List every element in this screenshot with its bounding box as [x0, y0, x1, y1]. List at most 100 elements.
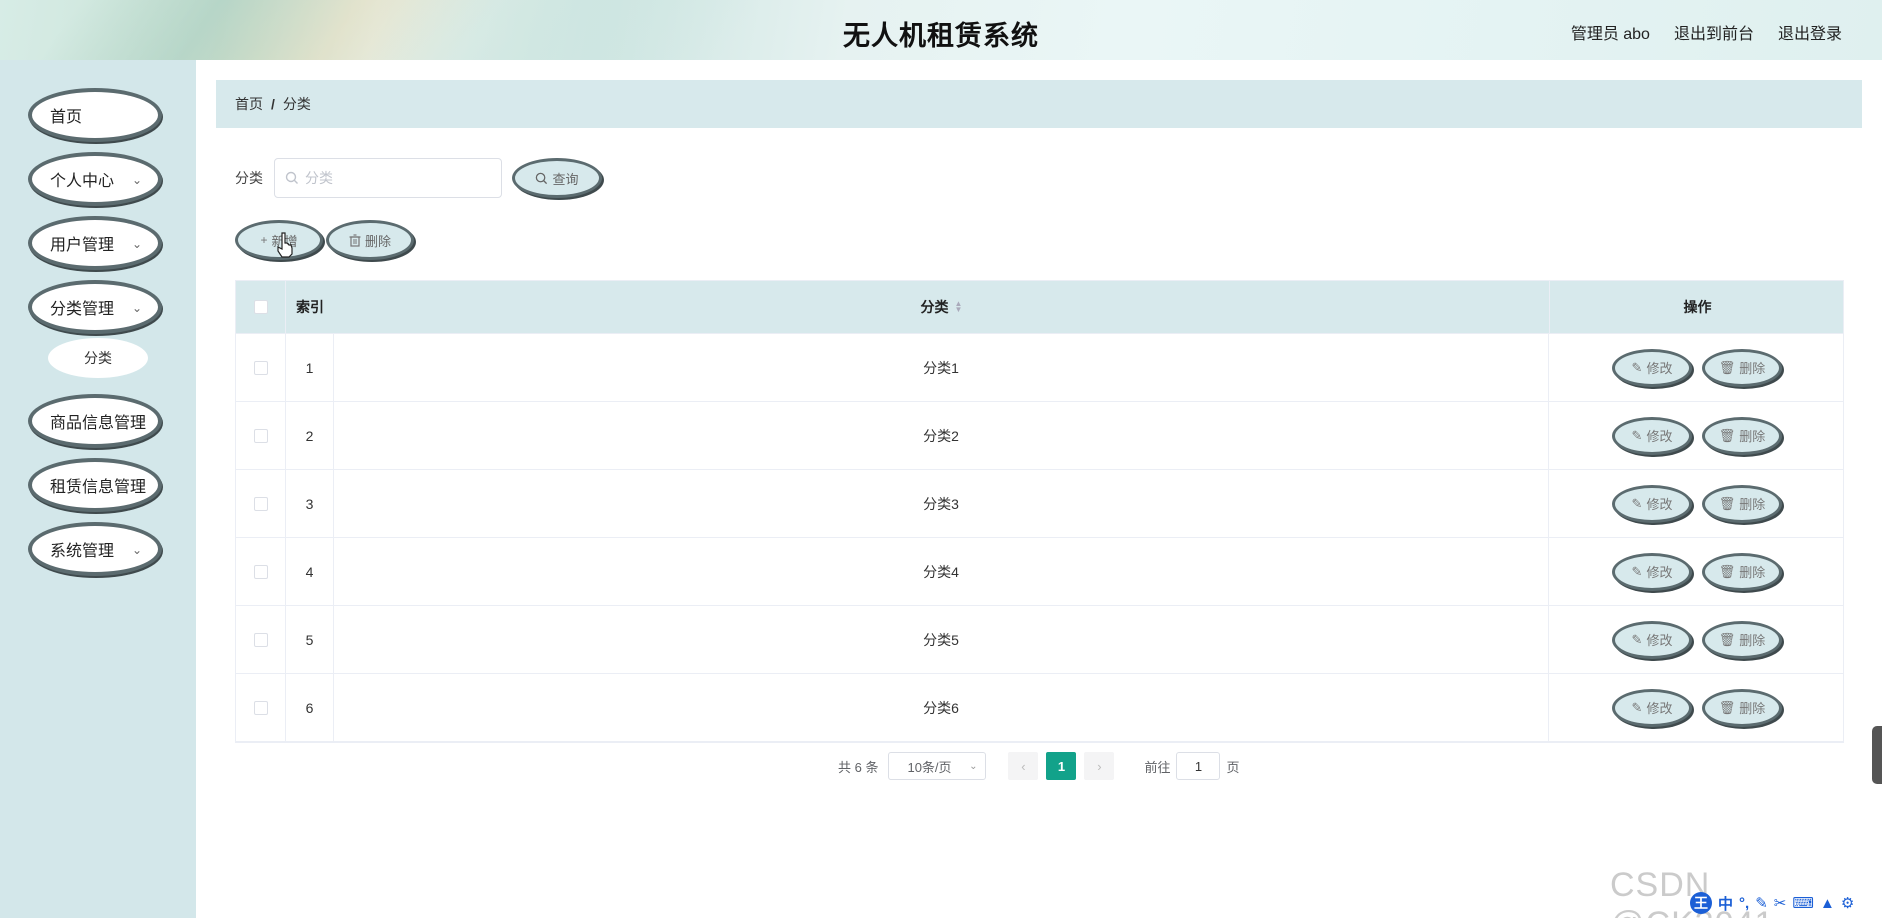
row-checkbox[interactable]	[253, 428, 268, 443]
page-size-value: 10条/页	[907, 759, 952, 775]
ime-punct-icon[interactable]: °,	[1739, 895, 1749, 912]
delete-label: 删除	[1739, 497, 1766, 512]
side-drawer-handle[interactable]	[1872, 726, 1882, 784]
ime-toolbar: 王 中 °, ✎ ✂ ⌨ ▲ ⚙	[1690, 892, 1854, 914]
logout-link[interactable]: 退出登录	[1778, 20, 1842, 44]
pagination-total: 共 6 条	[838, 759, 879, 775]
sidebar-subitem-category[interactable]: 分类	[48, 338, 148, 378]
search-label: 分类	[235, 170, 263, 186]
edit-button[interactable]: ✎ 修改	[1612, 688, 1692, 727]
delete-label: 删除	[1739, 429, 1766, 444]
sidebar-item-label: 首页	[50, 109, 83, 126]
query-button[interactable]: 查询	[512, 158, 602, 198]
ime-scissors-icon[interactable]: ✂	[1774, 894, 1787, 912]
ime-pen-icon[interactable]: ✎	[1755, 894, 1768, 912]
sidebar-item-home[interactable]: 首页	[28, 88, 162, 142]
row-checkbox[interactable]	[253, 632, 268, 647]
bulk-delete-button[interactable]: 删除	[326, 220, 414, 260]
edit-button[interactable]: ✎ 修改	[1612, 620, 1692, 659]
row-index: 4	[286, 538, 334, 605]
page-suffix: 页	[1226, 759, 1240, 775]
ime-gear-icon[interactable]: ⚙	[1841, 894, 1854, 912]
trash-icon: 🗑	[1718, 699, 1736, 715]
sidebar-item-label: 用户管理	[50, 237, 115, 254]
edit-icon: ✎	[1631, 699, 1643, 715]
hand-cursor-icon	[277, 232, 293, 258]
edit-button[interactable]: ✎ 修改	[1612, 416, 1692, 455]
row-actions: ✎ 修改 🗑 删除	[1549, 334, 1845, 401]
edit-button[interactable]: ✎ 修改	[1612, 484, 1692, 523]
row-checkbox[interactable]	[253, 496, 268, 511]
sidebar-item-category-management[interactable]: 分类管理 ⌄	[28, 280, 162, 334]
select-all-cell	[236, 281, 286, 333]
page-size-select[interactable]: 10条/页 ⌄	[888, 752, 987, 780]
goto-page-input[interactable]: 1	[1176, 752, 1221, 780]
trash-icon: 🗑	[1718, 631, 1736, 647]
row-check-cell	[236, 674, 286, 741]
goto-label: 前往	[1144, 759, 1171, 775]
delete-button[interactable]: 🗑 删除	[1702, 552, 1782, 591]
search-icon	[285, 171, 298, 184]
sidebar: 首页 个人中心 ⌄ 用户管理 ⌄ 分类管理 ⌄ 分类 商品信息管理 租赁信息管理…	[0, 60, 196, 918]
chevron-down-icon: ⌄	[131, 237, 142, 251]
search-placeholder: 分类	[305, 170, 333, 186]
trash-icon: 🗑	[1718, 427, 1736, 443]
edit-label: 修改	[1646, 429, 1673, 444]
sidebar-item-label: 个人中心	[50, 173, 115, 190]
trash-icon: 🗑	[1718, 359, 1736, 375]
sidebar-item-label: 商品信息管理	[50, 415, 147, 432]
column-header-actions: 操作	[1549, 281, 1845, 333]
delete-button[interactable]: 🗑 删除	[1702, 484, 1782, 523]
bulk-delete-button-label: 删除	[364, 233, 391, 249]
sidebar-item-user-management[interactable]: 用户管理 ⌄	[28, 216, 162, 270]
edit-button[interactable]: ✎ 修改	[1612, 552, 1692, 591]
row-checkbox[interactable]	[253, 360, 268, 375]
ime-mode[interactable]: 中	[1718, 893, 1733, 914]
sidebar-item-product-management[interactable]: 商品信息管理	[28, 394, 162, 448]
row-category: 分类5	[334, 606, 1549, 673]
row-actions: ✎ 修改 🗑 删除	[1549, 470, 1845, 537]
edit-icon: ✎	[1631, 563, 1643, 579]
sort-icon[interactable]: ▲ ▼	[955, 300, 963, 314]
search-input[interactable]: 分类	[274, 158, 502, 198]
sidebar-item-personal-center[interactable]: 个人中心 ⌄	[28, 152, 162, 206]
column-header-category[interactable]: 分类 ▲ ▼	[334, 281, 1549, 333]
prev-page-button[interactable]: ‹	[1008, 752, 1039, 780]
row-actions: ✎ 修改 🗑 删除	[1549, 606, 1845, 673]
category-table: 索引 分类 ▲ ▼ 操作 1 分类1 ✎ 修改 🗑 删除 2 分类2 ✎ 修改 🗑 删除 …	[235, 280, 1844, 743]
delete-button[interactable]: 🗑 删除	[1702, 688, 1782, 727]
delete-button[interactable]: 🗑 删除	[1702, 416, 1782, 455]
sidebar-item-system-management[interactable]: 系统管理 ⌄	[28, 522, 162, 576]
chevron-down-icon: ⌄	[131, 301, 142, 315]
exit-to-front-link[interactable]: 退出到前台	[1674, 20, 1754, 44]
row-category: 分类4	[334, 538, 1549, 605]
table-row: 3 分类3 ✎ 修改 🗑 删除	[236, 470, 1843, 538]
delete-button[interactable]: 🗑 删除	[1702, 620, 1782, 659]
top-header: 无人机租赁系统 管理员 abo 退出到前台 退出登录	[0, 0, 1882, 60]
row-check-cell	[236, 334, 286, 401]
sidebar-item-rental-management[interactable]: 租赁信息管理	[28, 458, 162, 512]
edit-icon: ✎	[1631, 359, 1643, 375]
next-page-button[interactable]: ›	[1084, 752, 1115, 780]
page-number-current[interactable]: 1	[1046, 752, 1077, 780]
row-index: 1	[286, 334, 334, 401]
ime-logo-icon[interactable]: 王	[1690, 892, 1712, 914]
row-check-cell	[236, 402, 286, 469]
select-all-checkbox[interactable]	[253, 300, 268, 314]
ime-shirt-icon[interactable]: ▲	[1820, 895, 1835, 912]
delete-button[interactable]: 🗑 删除	[1702, 348, 1782, 387]
column-header-category-label: 分类	[920, 299, 949, 315]
row-checkbox[interactable]	[253, 564, 268, 579]
table-row: 2 分类2 ✎ 修改 🗑 删除	[236, 402, 1843, 470]
edit-label: 修改	[1646, 361, 1673, 376]
trash-icon: 🗑	[1718, 495, 1736, 511]
row-category: 分类3	[334, 470, 1549, 537]
ime-keyboard-icon[interactable]: ⌨	[1792, 894, 1814, 912]
edit-button[interactable]: ✎ 修改	[1612, 348, 1692, 387]
row-index: 2	[286, 402, 334, 469]
sidebar-item-label: 租赁信息管理	[50, 479, 147, 496]
breadcrumb-home[interactable]: 首页	[235, 94, 263, 114]
column-header-index: 索引	[296, 299, 324, 315]
header-links: 管理员 abo 退出到前台 退出登录	[1571, 20, 1842, 44]
row-checkbox[interactable]	[253, 700, 268, 715]
